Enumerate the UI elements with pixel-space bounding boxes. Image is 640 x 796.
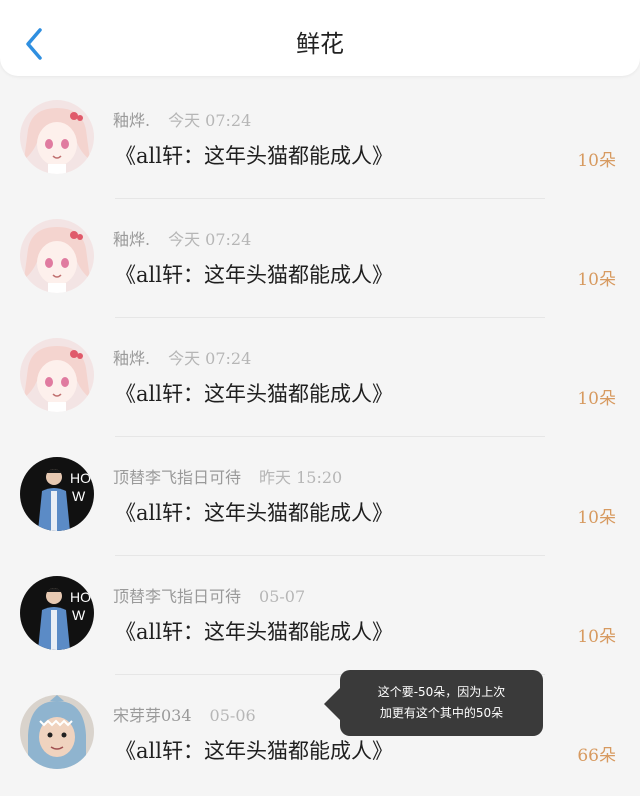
svg-text:HO: HO: [70, 589, 91, 605]
row-meta: 顶替李飞指日可待 昨天 15:20: [113, 464, 342, 488]
avatar[interactable]: [20, 695, 94, 769]
avatar[interactable]: [20, 338, 94, 412]
book-title[interactable]: 《all轩：这年头猫都能成人》: [115, 140, 393, 170]
flower-count: 10朵: [577, 389, 616, 409]
book-title[interactable]: 《all轩：这年头猫都能成人》: [115, 616, 393, 646]
person-avatar-icon: HO W: [20, 457, 94, 531]
username[interactable]: 宋芽芽034: [113, 706, 192, 725]
row-meta: 顶替李飞指日可待 05-07: [113, 583, 305, 607]
book-title[interactable]: 《all轩：这年头猫都能成人》: [115, 378, 393, 408]
avatar[interactable]: [20, 219, 94, 293]
username[interactable]: 顶替李飞指日可待: [113, 468, 241, 487]
avatar[interactable]: HO W: [20, 457, 94, 531]
book-title[interactable]: 《all轩：这年头猫都能成人》: [115, 735, 393, 765]
list-item[interactable]: 釉烨. 今天 07:24 《all轩：这年头猫都能成人》 10朵: [0, 80, 640, 199]
list-item[interactable]: 釉烨. 今天 07:24 《all轩：这年头猫都能成人》 10朵: [0, 199, 640, 318]
anime-girl-avatar-icon: [20, 100, 94, 174]
annotation-tooltip: 这个要-50朵，因为上次 加更有这个其中的50朵: [324, 670, 543, 736]
username[interactable]: 釉烨.: [113, 111, 150, 130]
flower-count: 10朵: [577, 508, 616, 528]
timestamp: 今天 07:24: [168, 111, 252, 130]
top-bar: 鲜花: [0, 0, 640, 76]
tooltip-line-2: 加更有这个其中的50朵: [379, 706, 504, 720]
svg-text:W: W: [72, 488, 86, 504]
timestamp: 今天 07:24: [168, 230, 252, 249]
row-meta: 釉烨. 今天 07:24: [113, 226, 251, 250]
list-item[interactable]: HO W 顶替李飞指日可待 昨天 15:20 《all轩：这年头猫都能成人》 10…: [0, 437, 640, 556]
anime-girl-avatar-icon: [20, 219, 94, 293]
flower-count: 10朵: [577, 627, 616, 647]
username[interactable]: 釉烨.: [113, 349, 150, 368]
avatar[interactable]: HO W: [20, 576, 94, 650]
row-meta: 釉烨. 今天 07:24: [113, 107, 251, 131]
anime-girl-avatar-icon: [20, 338, 94, 412]
tooltip-line-1: 这个要-50朵，因为上次: [377, 685, 506, 699]
username[interactable]: 釉烨.: [113, 230, 150, 249]
svg-text:HO: HO: [70, 470, 91, 486]
timestamp: 今天 07:24: [168, 349, 252, 368]
timestamp: 05-07: [259, 587, 306, 606]
svg-text:W: W: [72, 607, 86, 623]
row-meta: 釉烨. 今天 07:24: [113, 345, 251, 369]
list-item[interactable]: 宋芽芽034 05-06 《all轩：这年头猫都能成人》 66朵: [0, 675, 640, 794]
list-item[interactable]: 釉烨. 今天 07:24 《all轩：这年头猫都能成人》 10朵: [0, 318, 640, 437]
book-title[interactable]: 《all轩：这年头猫都能成人》: [115, 259, 393, 289]
person-avatar-icon: HO W: [20, 576, 94, 650]
row-meta: 宋芽芽034 05-06: [113, 702, 256, 726]
flower-count: 10朵: [577, 270, 616, 290]
page-title: 鲜花: [296, 30, 344, 58]
flower-count: 10朵: [577, 151, 616, 171]
avatar[interactable]: [20, 100, 94, 174]
username[interactable]: 顶替李飞指日可待: [113, 587, 241, 606]
timestamp: 05-06: [209, 706, 256, 725]
list-item[interactable]: HO W 顶替李飞指日可待 05-07 《all轩：这年头猫都能成人》 10朵: [0, 556, 640, 675]
book-title[interactable]: 《all轩：这年头猫都能成人》: [115, 497, 393, 527]
flower-list: 釉烨. 今天 07:24 《all轩：这年头猫都能成人》 10朵 釉烨. 今天 07…: [0, 80, 640, 794]
child-shark-avatar-icon: [20, 695, 94, 769]
timestamp: 昨天 15:20: [259, 468, 343, 487]
flower-count: 66朵: [577, 746, 616, 766]
